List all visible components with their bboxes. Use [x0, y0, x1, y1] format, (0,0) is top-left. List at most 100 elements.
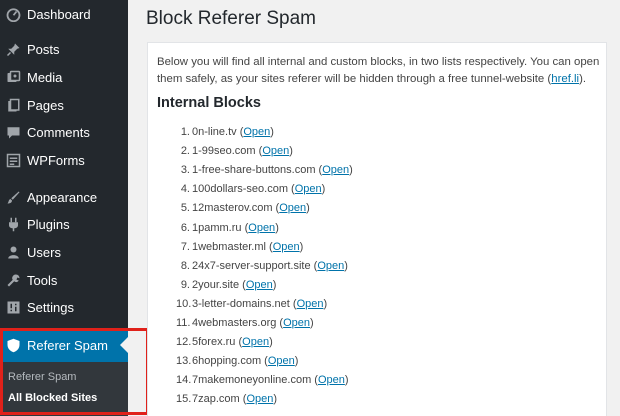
sidebar-item-label: Settings — [27, 299, 74, 315]
open-link[interactable]: Open — [246, 393, 273, 405]
paintbrush-icon — [5, 189, 21, 205]
sidebar-item-dashboard[interactable]: Dashboard — [0, 1, 128, 27]
blocked-domain: 100dollars-seo.com — [192, 183, 288, 196]
sidebar-item-label: Media — [27, 69, 63, 85]
open-link-wrapper: (Open) — [261, 355, 299, 368]
open-link-wrapper: (Open) — [289, 297, 328, 310]
list-item: 10.3-letter-domains.net (Open) — [176, 298, 327, 312]
list-item-number: 5. — [180, 202, 190, 215]
open-link[interactable]: Open — [317, 260, 344, 272]
sidebar-item-users[interactable]: Users — [0, 239, 128, 265]
sidebar-item-label: Tools — [27, 272, 58, 288]
open-link[interactable]: Open — [262, 145, 289, 157]
list-item-number: 1. — [180, 126, 190, 138]
sidebar-item-comments[interactable]: Comments — [0, 119, 128, 145]
pin-icon — [5, 41, 21, 57]
media-icon — [5, 69, 21, 85]
open-link-wrapper: (Open) — [235, 336, 273, 349]
list-item: 13.6hopping.com (Open) — [176, 355, 298, 369]
blocked-domain: 1-99seo.com — [192, 145, 256, 158]
open-link[interactable]: Open — [273, 241, 300, 253]
pages-icon — [5, 97, 21, 113]
list-item-number: 10. — [176, 297, 192, 310]
sidebar-item-media[interactable]: Media — [0, 64, 128, 90]
open-link[interactable]: Open — [295, 183, 322, 195]
intro-end: ). — [579, 73, 587, 85]
sidebar-item-label: Posts — [27, 41, 60, 57]
list-item: 9. 2your.site (Open) — [176, 278, 277, 293]
comment-icon — [5, 124, 21, 140]
list-item: 2. 1-99seo.com (Open) — [176, 145, 293, 159]
list-item-number: 12. — [176, 336, 192, 349]
blocked-domain: 1pamm.ru — [192, 221, 242, 234]
sidebar-item-label: Plugins — [27, 216, 70, 232]
open-link[interactable]: Open — [243, 126, 270, 138]
sidebar-item-posts[interactable]: Posts — [0, 36, 128, 62]
section-title: Internal Blocks — [157, 95, 261, 111]
open-link[interactable]: Open — [246, 279, 273, 291]
blocked-domain: 5forex.ru — [192, 336, 236, 349]
dashboard-icon — [5, 6, 21, 22]
open-link[interactable]: Open — [297, 298, 324, 310]
blocked-domain: 4webmasters.org — [192, 317, 277, 329]
highlight-box — [0, 328, 149, 415]
open-link[interactable]: Open — [279, 202, 306, 214]
sidebar-item-tools[interactable]: Tools — [0, 267, 128, 293]
open-link[interactable]: Open — [268, 355, 295, 367]
open-link-wrapper: (Open) — [255, 145, 293, 158]
blocked-domain: 12masterov.com — [192, 202, 273, 215]
blocked-domain: 7makemoneyonline.com — [192, 374, 312, 387]
list-item: 8. 24x7-server-support.site (Open) — [176, 260, 348, 274]
open-link[interactable]: Open — [248, 222, 275, 234]
list-item-number: 4. — [180, 183, 190, 196]
tunnel-link[interactable]: href.li — [551, 73, 579, 85]
open-link[interactable]: Open — [283, 317, 310, 329]
blocked-domain: 1-free-share-buttons.com — [192, 164, 316, 177]
open-link-wrapper: (Open) — [315, 164, 353, 177]
open-link-wrapper: (Open) — [265, 240, 304, 253]
intro-text: Below you will find all internal and cus… — [157, 54, 601, 88]
open-link-wrapper: (Open) — [288, 183, 326, 196]
list-item-number: 2. — [180, 145, 190, 158]
list-item: 14.7makemoneyonline.com (Open) — [176, 374, 349, 388]
sidebar-item-settings[interactable]: Settings — [0, 294, 128, 320]
open-link[interactable]: Open — [322, 164, 349, 176]
list-item-number: 9. — [180, 278, 190, 291]
list-item-number: 11. — [176, 317, 191, 329]
list-item-number: 15. — [176, 393, 192, 406]
open-link[interactable]: Open — [318, 374, 345, 386]
sidebar-item-label: Pages — [27, 97, 64, 113]
list-item: 12.5forex.ru (Open) — [176, 336, 273, 350]
sidebar-item-label: Appearance — [27, 189, 98, 205]
open-link-wrapper: (Open) — [241, 221, 279, 234]
blocked-domain: 2your.site — [192, 278, 240, 291]
open-link-wrapper: (Open) — [310, 259, 348, 272]
open-link-wrapper: (Open) — [239, 393, 278, 406]
sidebar-item-label: Comments — [27, 124, 90, 140]
sidebar-item-label: WPForms — [27, 152, 85, 168]
wrench-icon — [5, 272, 21, 288]
list-item: 6. 1pamm.ru (Open) — [176, 222, 279, 236]
list-item-number: 14. — [176, 374, 192, 387]
content-panel: Below you will find all internal and cus… — [147, 42, 607, 416]
sidebar-item-pages[interactable]: Pages — [0, 92, 128, 118]
blocked-domain: 0n-line.tv — [192, 126, 237, 138]
sidebar-item-appearance[interactable]: Appearance — [0, 184, 128, 210]
list-item-number: 8. — [180, 259, 190, 272]
blocked-domain: 3-letter-domains.net — [192, 297, 290, 310]
list-item-number: 13. — [176, 355, 192, 368]
list-item: 3. 1-free-share-buttons.com (Open) — [176, 164, 353, 178]
sidebar-item-wpforms[interactable]: WPForms — [0, 147, 128, 173]
blocked-domain: 6hopping.com — [192, 355, 262, 368]
open-link[interactable]: Open — [242, 336, 269, 348]
open-link-wrapper: (Open) — [311, 374, 349, 387]
open-link-wrapper: (Open) — [239, 278, 277, 291]
list-item: 5. 12masterov.com (Open) — [176, 202, 310, 216]
blocked-domain: 1webmaster.ml — [192, 240, 266, 253]
sidebar-item-label: Dashboard — [27, 6, 91, 22]
sidebar-item-plugins[interactable]: Plugins — [0, 211, 128, 237]
plugin-icon — [5, 216, 21, 232]
users-icon — [5, 244, 21, 260]
page-title: Block Referer Spam — [146, 8, 317, 29]
list-item: 15.7zap.com (Open) — [176, 393, 277, 407]
